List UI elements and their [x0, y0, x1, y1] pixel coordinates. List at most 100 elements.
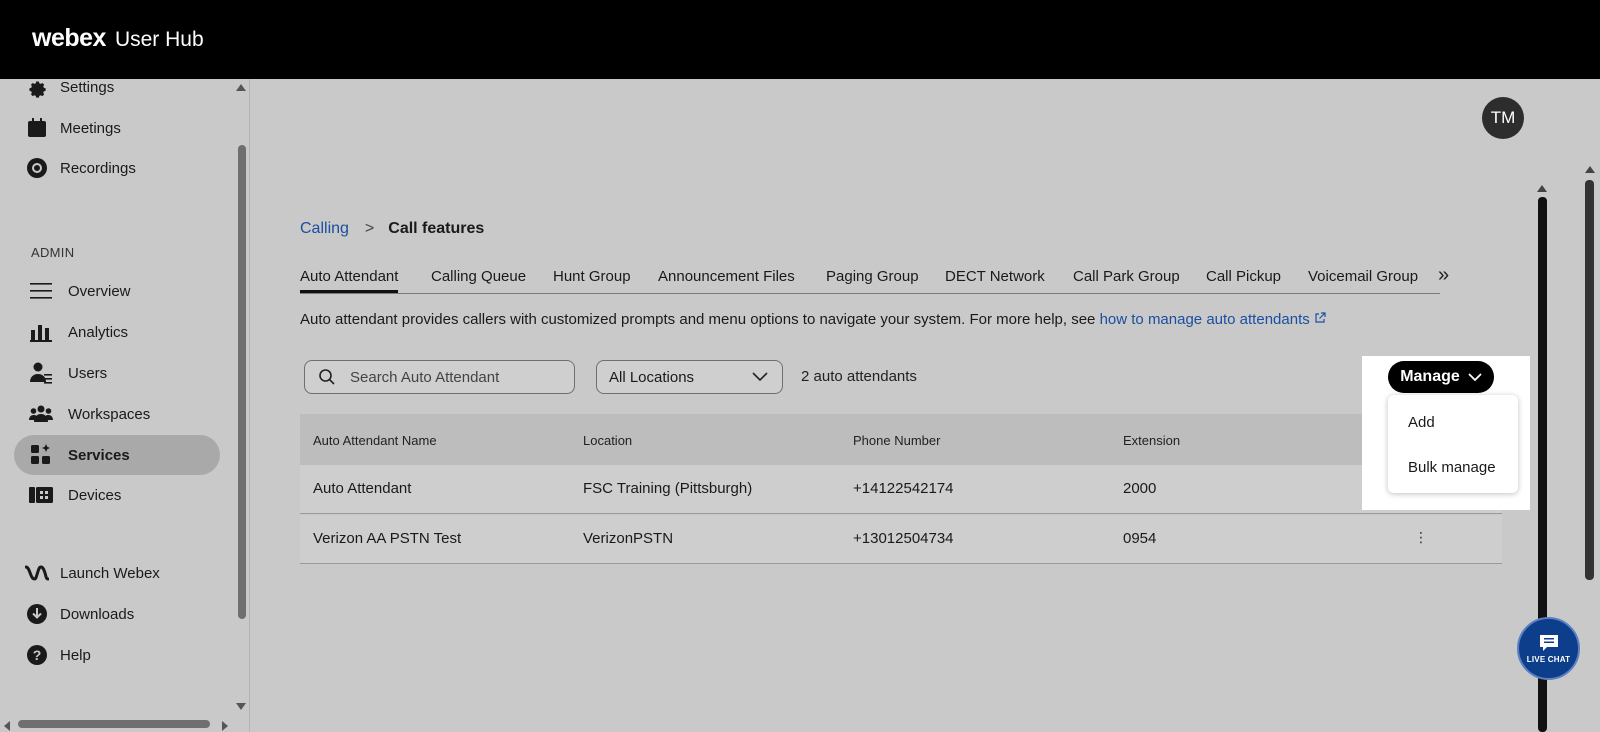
- avatar[interactable]: TM: [1482, 97, 1524, 139]
- admin-section-label: ADMIN: [31, 245, 75, 260]
- devices-icon: [28, 482, 54, 508]
- manage-button[interactable]: Manage: [1388, 361, 1494, 393]
- brand-subtitle: User Hub: [114, 28, 204, 51]
- sidebar-item-workspaces[interactable]: Workspaces: [14, 394, 220, 434]
- chat-icon: [1539, 634, 1558, 651]
- sidebar-item-meetings[interactable]: Meetings: [14, 108, 220, 148]
- sidebar-item-label: Devices: [68, 486, 122, 504]
- tab-call-pickup[interactable]: Call Pickup: [1206, 268, 1281, 285]
- sidebar-item-settings[interactable]: Settings: [14, 67, 220, 107]
- feature-tabs: Auto Attendant Calling Queue Hunt Group …: [300, 256, 1449, 294]
- sidebar-item-devices[interactable]: Devices: [14, 475, 220, 515]
- column-header-name[interactable]: Auto Attendant Name: [313, 433, 437, 448]
- tab-auto-attendant[interactable]: Auto Attendant: [300, 268, 399, 293]
- page-scroll-thumb[interactable]: [1585, 180, 1594, 580]
- search-box[interactable]: [304, 360, 575, 394]
- webex-logo-icon: [24, 560, 50, 586]
- breadcrumb-link-calling[interactable]: Calling: [300, 220, 349, 238]
- table-empty-area: [300, 564, 1502, 732]
- tab-dect-network[interactable]: DECT Network: [945, 268, 1045, 285]
- sidebar-item-help[interactable]: ? Help: [14, 635, 220, 675]
- cell-phone: +14122542174: [853, 480, 954, 497]
- scroll-right-icon[interactable]: [222, 721, 228, 731]
- result-count: 2 auto attendants: [801, 368, 917, 385]
- sidebar-item-services[interactable]: Services: [14, 435, 220, 475]
- location-select-value: All Locations: [609, 368, 695, 386]
- search-input[interactable]: [350, 368, 550, 386]
- column-header-location[interactable]: Location: [583, 433, 632, 448]
- menu-item-add[interactable]: Add: [1408, 414, 1435, 431]
- chevron-down-icon: [1468, 372, 1482, 381]
- sidebar-item-label: Launch Webex: [60, 564, 160, 582]
- help-icon: ?: [24, 642, 50, 668]
- cell-name[interactable]: Auto Attendant: [313, 480, 411, 497]
- scroll-up-icon[interactable]: [1585, 166, 1595, 173]
- sidebar-item-label: Recordings: [60, 159, 136, 177]
- tab-announcement-files[interactable]: Announcement Files: [658, 268, 795, 285]
- cell-phone: +13012504734: [853, 530, 954, 547]
- record-icon: [24, 155, 50, 181]
- help-link[interactable]: how to manage auto attendants: [1100, 311, 1326, 328]
- tab-paging-group[interactable]: Paging Group: [826, 268, 919, 285]
- menu-lines-icon: [28, 278, 54, 304]
- sidebar-item-label: Workspaces: [68, 405, 151, 423]
- sidebar-item-downloads[interactable]: Downloads: [14, 594, 220, 634]
- top-bar: webex User Hub: [0, 0, 1600, 79]
- user-list-icon: [28, 360, 54, 386]
- menu-item-bulk-manage[interactable]: Bulk manage: [1408, 459, 1496, 476]
- breadcrumb: Calling > Call features: [300, 220, 484, 238]
- tab-calling-queue[interactable]: Calling Queue: [431, 268, 526, 285]
- more-tabs-icon[interactable]: »: [1438, 264, 1449, 287]
- manage-menu: Add Bulk manage: [1388, 395, 1518, 493]
- tab-hunt-group[interactable]: Hunt Group: [553, 268, 631, 285]
- live-chat-button[interactable]: LIVE CHAT: [1517, 617, 1580, 680]
- external-link-icon: [1315, 312, 1326, 323]
- grid-apps-icon: [28, 442, 54, 468]
- scroll-up-icon[interactable]: [236, 84, 246, 91]
- tab-voicemail-group[interactable]: Voicemail Group: [1308, 268, 1418, 285]
- bar-chart-icon: [28, 319, 54, 345]
- sidebar-item-label: Users: [68, 364, 108, 382]
- brand-name: webex: [32, 24, 106, 52]
- row-more-icon[interactable]: ⋮: [1414, 529, 1428, 546]
- sidebar-item-label: Downloads: [60, 605, 135, 623]
- cell-name[interactable]: Verizon AA PSTN Test: [313, 530, 461, 547]
- table-row[interactable]: Auto Attendant FSC Training (Pittsburgh)…: [300, 465, 1502, 514]
- download-icon: [24, 601, 50, 627]
- sidebar-item-label: Meetings: [60, 119, 121, 137]
- scroll-up-icon[interactable]: [1537, 185, 1547, 192]
- svg-text:?: ?: [33, 647, 42, 663]
- sidebar: Settings Meetings Recordings ADMIN Overv…: [0, 79, 250, 732]
- sidebar-item-overview[interactable]: Overview: [14, 271, 220, 311]
- help-link-label: how to manage auto attendants: [1099, 311, 1310, 328]
- table-header: Auto Attendant Name Location Phone Numbe…: [300, 414, 1362, 465]
- cell-location: FSC Training (Pittsburgh): [583, 480, 753, 497]
- breadcrumb-current: Call features: [388, 220, 485, 237]
- sidebar-item-users[interactable]: Users: [14, 353, 220, 393]
- chevron-right-icon: >: [364, 220, 375, 237]
- webex-logo[interactable]: webex User Hub: [32, 24, 204, 53]
- sidebar-horizontal-thumb[interactable]: [18, 720, 210, 728]
- sidebar-item-launch-webex[interactable]: Launch Webex: [14, 553, 220, 593]
- sidebar-item-label: Overview: [68, 282, 131, 300]
- sidebar-item-label: Help: [60, 646, 91, 664]
- column-header-phone[interactable]: Phone Number: [853, 433, 940, 448]
- sidebar-item-recordings[interactable]: Recordings: [14, 148, 220, 188]
- manage-button-label: Manage: [1400, 368, 1460, 385]
- tab-call-park-group[interactable]: Call Park Group: [1073, 268, 1180, 285]
- group-icon: [28, 401, 54, 427]
- sidebar-item-analytics[interactable]: Analytics: [14, 312, 220, 352]
- sidebar-item-label: Services: [68, 446, 130, 464]
- page-description: Auto attendant provides callers with cus…: [300, 311, 1326, 328]
- table-row[interactable]: Verizon AA PSTN Test VerizonPSTN +130125…: [300, 515, 1502, 564]
- scroll-left-icon[interactable]: [4, 721, 10, 731]
- sidebar-scroll-thumb[interactable]: [238, 145, 246, 619]
- gear-icon: [24, 74, 50, 100]
- column-header-extension[interactable]: Extension: [1123, 433, 1180, 448]
- scroll-down-icon[interactable]: [236, 703, 246, 710]
- search-icon: [319, 369, 335, 385]
- chevron-down-icon: [752, 372, 768, 382]
- location-select[interactable]: All Locations: [596, 360, 783, 394]
- calendar-icon: [24, 115, 50, 141]
- description-text: Auto attendant provides callers with cus…: [300, 311, 1100, 328]
